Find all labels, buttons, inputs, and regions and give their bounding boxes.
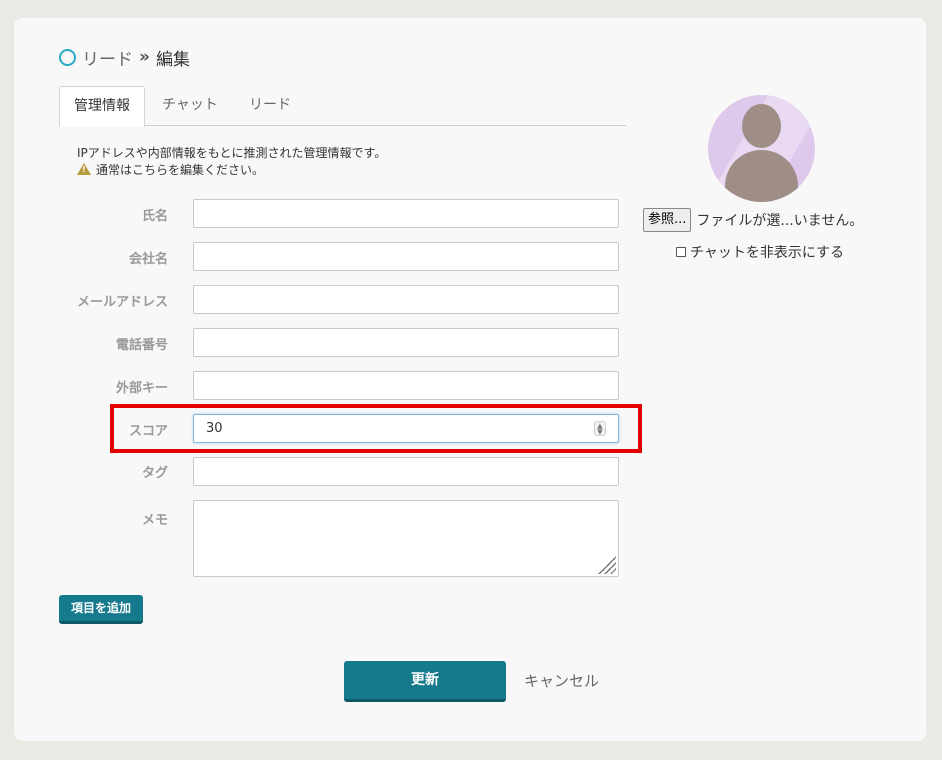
phone-label: 電話番号 — [115, 338, 168, 353]
company-input[interactable] — [193, 242, 619, 271]
tag-input[interactable] — [193, 457, 619, 486]
tag-label: タグ — [141, 466, 168, 481]
breadcrumb-parent[interactable]: リード — [82, 45, 133, 70]
tab-bar: 管理情報 チャット リード — [59, 86, 626, 127]
phone-input[interactable] — [193, 328, 619, 357]
info-text: IPアドレスや内部情報をもとに推測された管理情報です。 ! 通常はこちらを編集くだ… — [77, 145, 386, 179]
company-label: 会社名 — [128, 252, 168, 267]
hide-chat-label[interactable]: チャットを非表示にする — [690, 242, 844, 262]
memo-textarea[interactable] — [193, 500, 619, 577]
hide-chat-option[interactable]: チャットを非表示にする — [676, 242, 844, 262]
info-line-1: IPアドレスや内部情報をもとに推測された管理情報です。 — [77, 146, 387, 160]
add-item-button[interactable]: 項目を追加 — [59, 595, 143, 624]
memo-label: メモ — [141, 513, 168, 528]
external-key-label: 外部キー — [115, 381, 168, 396]
resize-grip-icon[interactable] — [596, 554, 616, 574]
name-label: 氏名 — [141, 209, 168, 224]
info-line-2: 通常はこちらを編集ください。 — [96, 163, 265, 177]
tab-lead[interactable]: リード — [235, 86, 305, 126]
info-line-2-wrap: ! 通常はこちらを編集ください。 — [77, 162, 386, 179]
breadcrumb-current: 編集 — [155, 49, 190, 70]
page-title: リード » 編集 — [59, 45, 190, 70]
name-input[interactable] — [193, 199, 619, 228]
update-button[interactable]: 更新 — [344, 661, 506, 702]
tab-management-info[interactable]: 管理情報 — [59, 86, 145, 127]
external-key-input[interactable] — [193, 371, 619, 400]
hide-chat-checkbox[interactable] — [676, 247, 686, 257]
warning-icon: ! — [77, 163, 91, 175]
file-upload: 参照... ファイルが選...いません。 — [643, 208, 863, 232]
cancel-link[interactable]: キャンセル — [524, 670, 599, 691]
email-label: メールアドレス — [76, 295, 168, 310]
file-status-text: ファイルが選...いません。 — [696, 213, 864, 229]
browse-button[interactable]: 参照... — [643, 208, 692, 232]
avatar — [708, 95, 815, 202]
circle-icon — [59, 48, 76, 66]
avatar-head — [742, 104, 781, 148]
email-input[interactable] — [193, 285, 619, 314]
score-highlight-box — [110, 404, 642, 453]
tab-chat[interactable]: チャット — [148, 86, 232, 126]
breadcrumb-separator: » — [139, 47, 150, 67]
